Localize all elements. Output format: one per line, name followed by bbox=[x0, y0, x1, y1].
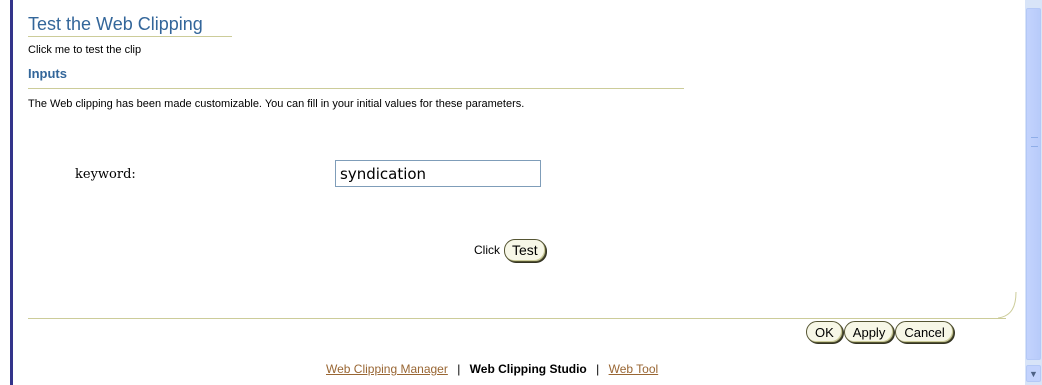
footer-links: Web Clipping Manager | Web Clipping Stud… bbox=[326, 362, 658, 376]
footer-link-web-tool[interactable]: Web Tool bbox=[609, 362, 659, 376]
ok-button[interactable]: OK bbox=[806, 321, 843, 343]
scrollbar-grip-icon bbox=[1031, 137, 1038, 147]
web-clipping-test-page: Test the Web Clipping Click me to test t… bbox=[0, 0, 1042, 385]
footer-link-web-clipping-manager[interactable]: Web Clipping Manager bbox=[326, 362, 448, 376]
test-button[interactable]: Test bbox=[504, 238, 546, 262]
chevron-down-icon: ▼ bbox=[1029, 368, 1038, 379]
page-title: Test the Web Clipping bbox=[28, 14, 203, 34]
page-subtitle: Click me to test the clip bbox=[28, 44, 142, 56]
inputs-section-title: Inputs bbox=[28, 66, 67, 81]
apply-button[interactable]: Apply bbox=[843, 321, 895, 343]
keyword-input[interactable] bbox=[335, 160, 541, 187]
scrollbar-thumb[interactable] bbox=[1026, 8, 1041, 360]
vertical-scrollbar[interactable]: ▼ bbox=[1025, 0, 1042, 385]
footer-separator: | bbox=[596, 362, 600, 376]
left-border bbox=[10, 0, 13, 385]
test-row: Click Test bbox=[474, 238, 546, 262]
footer-divider bbox=[28, 318, 1006, 319]
section-divider bbox=[28, 88, 684, 89]
footer-separator: | bbox=[457, 362, 461, 376]
inputs-description: The Web clipping has been made customiza… bbox=[28, 98, 525, 110]
footer-current-web-clipping-studio: Web Clipping Studio bbox=[469, 362, 587, 376]
keyword-label: keyword: bbox=[75, 167, 136, 182]
separator-curve bbox=[998, 292, 1017, 319]
click-label: Click bbox=[474, 243, 500, 257]
title-divider bbox=[28, 36, 232, 37]
action-buttons: OK Apply Cancel bbox=[806, 321, 955, 343]
cancel-button[interactable]: Cancel bbox=[895, 321, 954, 343]
scroll-down-button[interactable]: ▼ bbox=[1026, 365, 1041, 382]
